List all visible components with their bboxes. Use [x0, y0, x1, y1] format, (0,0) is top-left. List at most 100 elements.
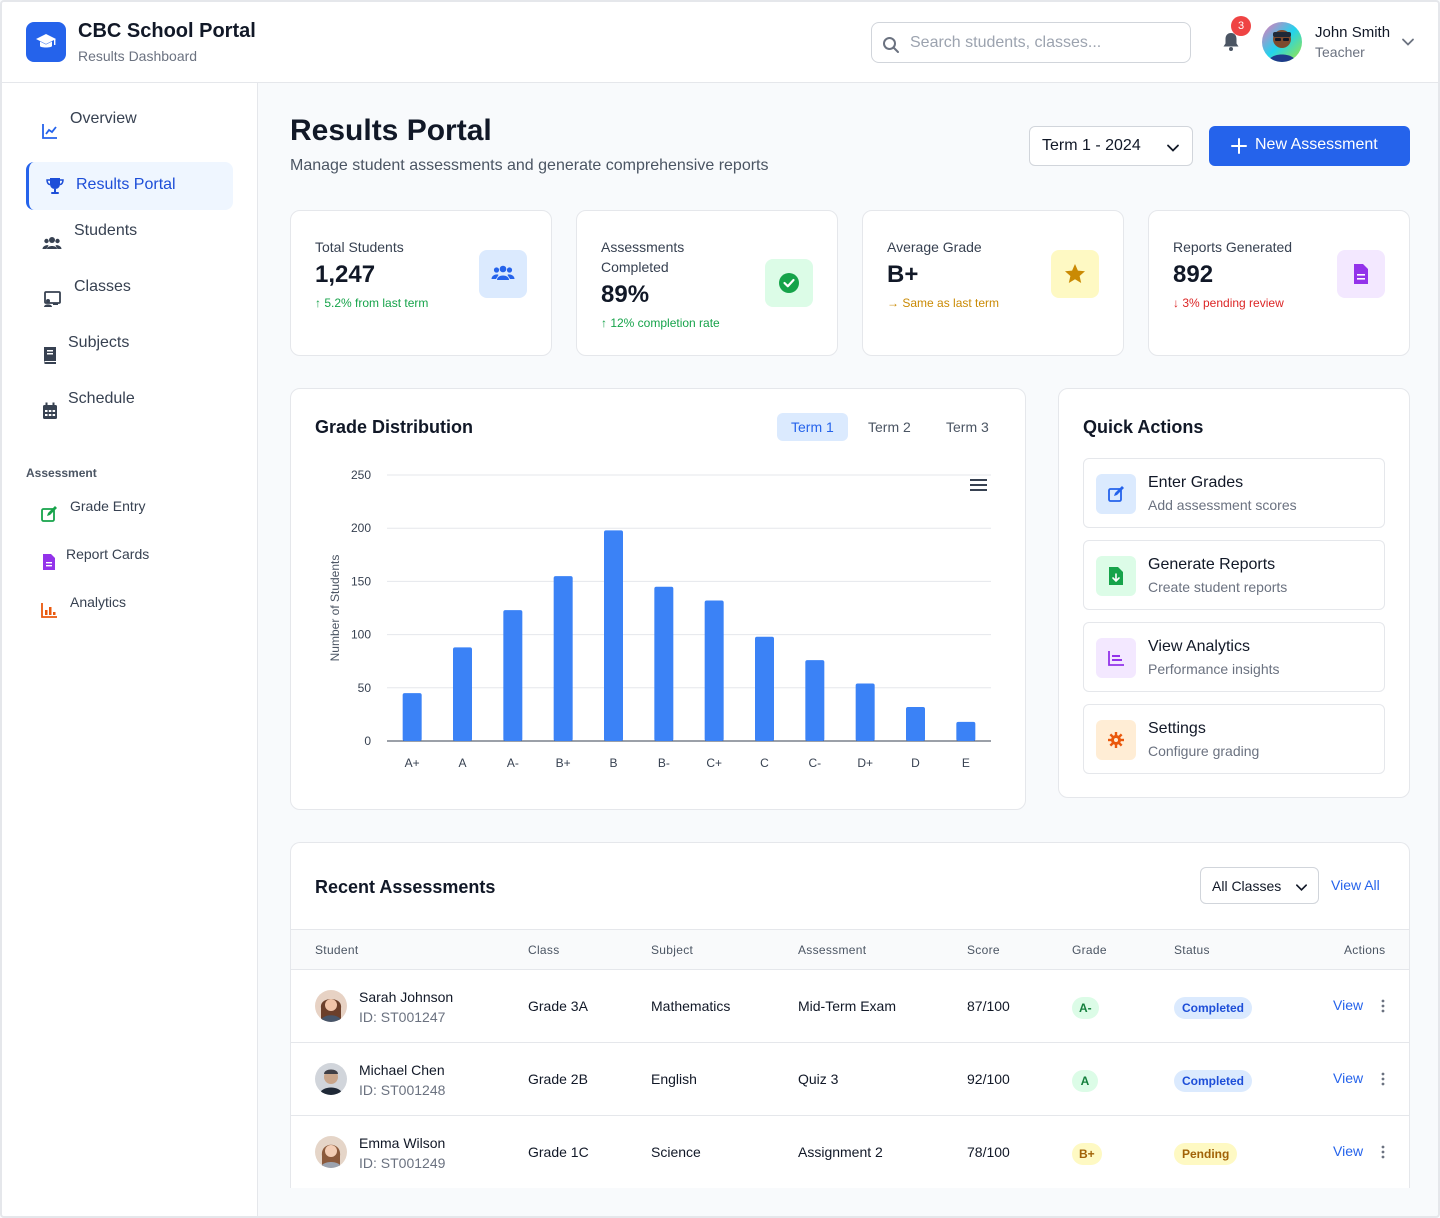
app-subtitle: Results Dashboard	[78, 48, 198, 64]
view-link[interactable]: View	[1333, 997, 1363, 1013]
chart-title: Grade Distribution	[315, 417, 474, 437]
user-avatar[interactable]	[1262, 22, 1302, 62]
bar-A-	[503, 610, 523, 741]
assessment-cell: Quiz 3	[798, 1071, 839, 1087]
student-name: Emma Wilson	[359, 1135, 446, 1151]
chevron-down-icon[interactable]	[1400, 34, 1416, 50]
status-badge: Pending	[1174, 1143, 1238, 1165]
stat-label: Assessments Completed	[601, 239, 685, 275]
avatar	[315, 1063, 347, 1095]
sidebar-item-schedule[interactable]: Schedule	[26, 377, 233, 425]
chalkboard-icon	[44, 291, 61, 307]
column-header: Assessment	[798, 943, 867, 957]
page-title: Results Portal	[290, 114, 492, 147]
users-icon	[42, 237, 62, 249]
stat-note: → Same as last term	[887, 296, 1000, 310]
app-title: CBC School Portal	[78, 20, 256, 42]
edit-icon	[41, 506, 57, 522]
bar-A+	[402, 693, 422, 741]
subject-cell: English	[651, 1071, 697, 1087]
x-tick-label: B-	[658, 756, 670, 770]
more-vertical-icon[interactable]	[1377, 1144, 1389, 1160]
term-select[interactable]: Term 1 - 2024	[1029, 126, 1193, 166]
top-header: CBC School Portal Results Dashboard 3 Jo…	[2, 2, 1438, 83]
x-tick-label: A+	[405, 756, 420, 770]
new-assessment-label: New Assessment	[1255, 136, 1378, 153]
more-vertical-icon[interactable]	[1377, 1071, 1389, 1087]
grade-badge: A-	[1072, 997, 1099, 1019]
gear-icon	[1096, 720, 1136, 760]
view-link[interactable]: View	[1333, 1070, 1363, 1086]
class-cell: Grade 2B	[528, 1071, 588, 1087]
sidebar-item-label: Results Portal	[76, 176, 176, 193]
graduation-cap-icon	[26, 22, 66, 62]
stat-value: 89%	[601, 281, 650, 308]
assessment-cell: Assignment 2	[798, 1144, 883, 1160]
sidebar-item-results-portal[interactable]: Results Portal	[26, 162, 233, 210]
stat-label: Reports Generated	[1173, 239, 1293, 255]
quick-action-view-analytics[interactable]: View Analytics Performance insights	[1083, 622, 1385, 692]
x-tick-label: A	[458, 756, 466, 770]
bar-E	[956, 721, 976, 741]
x-tick-label: C-	[808, 756, 821, 770]
score-cell: 78/100	[967, 1144, 1010, 1160]
tab-term-2[interactable]: Term 2	[854, 413, 925, 441]
y-axis-label: Number of Students	[328, 555, 342, 662]
student-id: ID: ST001247	[359, 1009, 446, 1025]
sidebar-item-overview[interactable]: Overview	[26, 97, 233, 145]
view-link[interactable]: View	[1333, 1143, 1363, 1159]
stat-card-reports-generated: Reports Generated 892 ↓ 3% pending revie…	[1148, 210, 1410, 356]
grade-badge: B+	[1072, 1143, 1102, 1165]
tab-term-3[interactable]: Term 3	[932, 413, 1003, 441]
grade-distribution-card: Grade Distribution Term 1 Term 2 Term 3 …	[290, 388, 1026, 810]
sidebar-item-analytics[interactable]: Analytics	[26, 585, 233, 621]
x-tick-label: B	[609, 756, 617, 770]
stat-card-average-grade: Average Grade B+ → Same as last term	[862, 210, 1124, 356]
y-tick-label: 200	[351, 521, 371, 535]
x-tick-label: B+	[556, 756, 571, 770]
y-tick-label: 0	[364, 734, 371, 748]
bar-D+	[855, 683, 875, 741]
view-all-link[interactable]: View All	[1331, 877, 1380, 893]
stat-value: 1,247	[315, 261, 376, 288]
x-tick-label: A-	[507, 756, 519, 770]
bar-B-	[654, 586, 674, 741]
x-tick-label: D+	[857, 756, 873, 770]
sidebar-item-students[interactable]: Students	[26, 209, 233, 257]
recent-assessments-card: Recent Assessments All Classes View All …	[290, 842, 1410, 1188]
quick-action-enter-grades[interactable]: Enter Grades Add assessment scores	[1083, 458, 1385, 528]
score-cell: 87/100	[967, 998, 1010, 1014]
chevron-down-icon	[1167, 144, 1179, 152]
menu-icon[interactable]	[969, 477, 989, 493]
class-filter-select[interactable]: All Classes	[1200, 867, 1319, 904]
search-box[interactable]	[871, 22, 1191, 63]
stat-label: Average Grade	[887, 239, 982, 255]
search-input[interactable]	[910, 31, 1180, 55]
sidebar-item-grade-entry[interactable]: Grade Entry	[26, 489, 233, 525]
bar-B	[604, 530, 623, 741]
sidebar-item-label: Subjects	[68, 334, 130, 351]
bar-D	[906, 706, 925, 741]
x-tick-label: E	[962, 756, 970, 770]
quick-action-settings[interactable]: Settings Configure grading	[1083, 704, 1385, 774]
quick-action-name: Generate Reports	[1148, 556, 1276, 573]
student-name: Michael Chen	[359, 1062, 445, 1078]
users-icon	[479, 250, 527, 298]
stat-card-assessments-completed: Assessments Completed 89% ↑ 12% completi…	[576, 210, 838, 356]
section-label-assessment: Assessment	[26, 466, 97, 480]
quick-action-name: View Analytics	[1148, 638, 1250, 655]
sidebar-item-classes[interactable]: Classes	[26, 265, 233, 313]
quick-action-generate-reports[interactable]: Generate Reports Create student reports	[1083, 540, 1385, 610]
quick-action-desc: Add assessment scores	[1148, 497, 1297, 513]
new-assessment-button[interactable]: New Assessment	[1209, 126, 1410, 166]
sidebar-item-subjects[interactable]: Subjects	[26, 321, 233, 369]
more-vertical-icon[interactable]	[1377, 998, 1389, 1014]
y-tick-label: 50	[358, 681, 372, 695]
class-filter-value: All Classes	[1212, 878, 1282, 894]
edit-icon	[1096, 474, 1136, 514]
chart-line-icon	[42, 124, 57, 139]
stat-value: B+	[887, 261, 919, 288]
tab-term-1[interactable]: Term 1	[777, 413, 848, 441]
term-select-value: Term 1 - 2024	[1042, 137, 1141, 154]
sidebar-item-report-cards[interactable]: Report Cards	[26, 537, 233, 573]
